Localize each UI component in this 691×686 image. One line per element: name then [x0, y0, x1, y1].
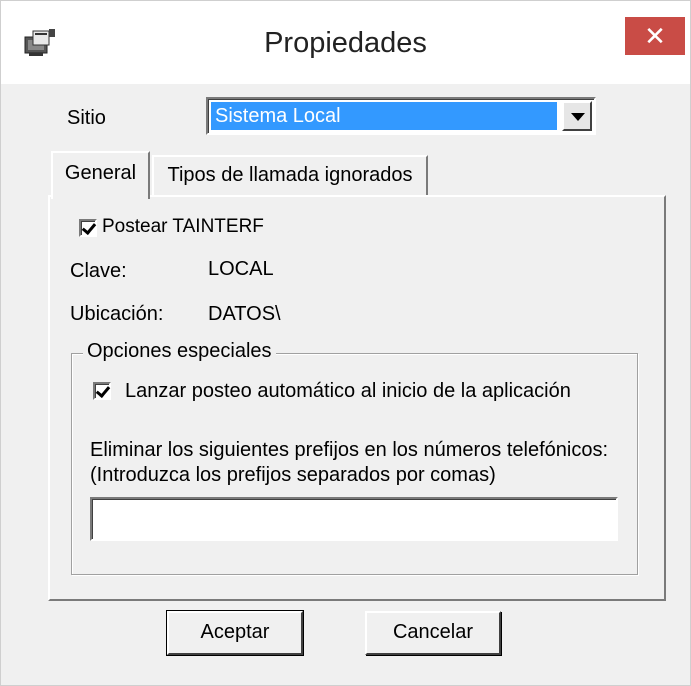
tab-ignored-call-types-label: Tipos de llamada ignorados — [167, 164, 413, 186]
key-label: Clave: — [70, 260, 127, 282]
location-value: DATOS\ — [208, 303, 281, 325]
title-bar[interactable]: Propiedades ✕ — [1, 1, 690, 84]
properties-dialog: Propiedades ✕ Sitio Sistema Local Genera… — [0, 0, 691, 686]
tab-ignored-call-types[interactable]: Tipos de llamada ignorados — [152, 155, 428, 195]
location-label: Ubicación: — [70, 303, 164, 325]
checkmark-icon — [81, 219, 97, 236]
autopost-label: Lanzar posteo automático al inicio de la… — [125, 380, 571, 402]
post-tainterf-checkbox[interactable] — [79, 219, 97, 237]
site-label: Sitio — [67, 107, 106, 129]
prefixes-input[interactable] — [90, 497, 618, 541]
chevron-down-icon — [571, 113, 585, 121]
prefix-instructions-line1: Eliminar los siguientes prefijos en los … — [90, 439, 609, 461]
autopost-checkbox[interactable] — [93, 382, 111, 400]
accept-button[interactable]: Aceptar — [166, 610, 304, 656]
key-value: LOCAL — [208, 258, 274, 280]
special-options-legend: Opciones especiales — [83, 340, 276, 363]
window-title: Propiedades — [264, 27, 427, 59]
tab-general-label: General — [64, 162, 137, 184]
site-dropdown-button[interactable] — [562, 101, 592, 131]
cancel-button[interactable]: Cancelar — [365, 611, 501, 655]
tab-general[interactable]: General — [51, 151, 150, 199]
close-button[interactable]: ✕ — [625, 17, 685, 55]
site-select[interactable]: Sistema Local — [206, 97, 596, 135]
prefix-instructions-line2: (Introduzca los prefijos separados por c… — [90, 464, 496, 486]
site-select-value: Sistema Local — [211, 102, 557, 130]
post-tainterf-label: Postear TAINTERF — [102, 216, 264, 237]
checkmark-icon — [95, 382, 111, 399]
close-icon: ✕ — [644, 21, 666, 51]
